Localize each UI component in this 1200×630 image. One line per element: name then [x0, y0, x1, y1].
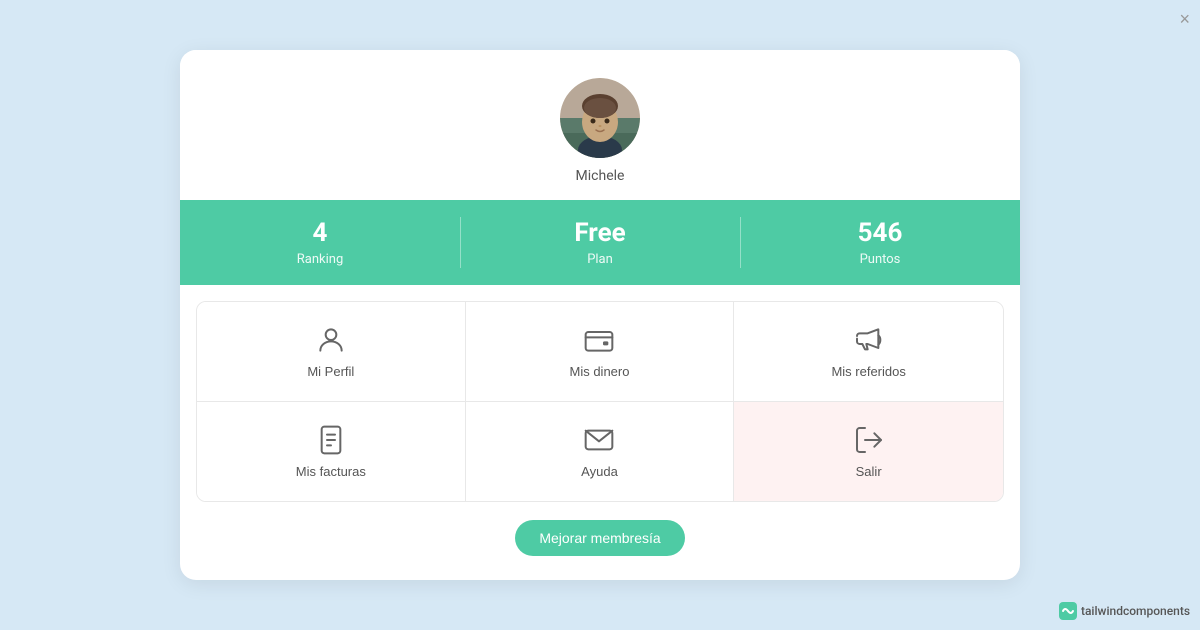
username: Michele	[576, 168, 625, 184]
ranking-value: 4	[313, 218, 328, 249]
close-button[interactable]: ×	[1179, 10, 1190, 28]
branding: tailwindcomponents	[1059, 602, 1190, 620]
upgrade-button[interactable]: Mejorar membresía	[515, 520, 684, 556]
menu-item-mi-perfil[interactable]: Mi Perfil	[197, 302, 466, 402]
profile-card: Michele 4 Ranking Free Plan 546 Puntos M…	[180, 50, 1020, 579]
close-icon: ×	[1179, 9, 1190, 29]
megaphone-icon	[853, 324, 885, 356]
avatar	[560, 78, 640, 158]
invoice-icon	[315, 424, 347, 456]
menu-grid: Mi Perfil Mis dinero Mis referidos	[196, 301, 1004, 502]
stat-puntos: 546 Puntos	[740, 200, 1020, 284]
mis-facturas-label: Mis facturas	[296, 464, 366, 479]
plan-label: Plan	[587, 252, 613, 267]
menu-item-mis-facturas[interactable]: Mis facturas	[197, 402, 466, 501]
profile-icon	[315, 324, 347, 356]
ranking-label: Ranking	[297, 252, 344, 267]
ayuda-label: Ayuda	[581, 464, 618, 479]
menu-item-mis-referidos[interactable]: Mis referidos	[734, 302, 1003, 402]
puntos-label: Puntos	[860, 252, 901, 267]
menu-item-mis-dinero[interactable]: Mis dinero	[466, 302, 735, 402]
card-header: Michele	[180, 50, 1020, 200]
mis-dinero-label: Mis dinero	[570, 364, 630, 379]
logout-icon	[853, 424, 885, 456]
branding-text: tailwindcomponents	[1081, 604, 1190, 618]
salir-label: Salir	[856, 464, 882, 479]
wallet-icon	[583, 324, 615, 356]
stats-bar: 4 Ranking Free Plan 546 Puntos	[180, 200, 1020, 284]
puntos-value: 546	[858, 218, 903, 249]
stat-plan: Free Plan	[460, 200, 740, 284]
mail-icon	[583, 424, 615, 456]
stat-ranking: 4 Ranking	[180, 200, 460, 284]
branding-icon	[1059, 602, 1077, 620]
mis-referidos-label: Mis referidos	[831, 364, 905, 379]
mi-perfil-label: Mi Perfil	[307, 364, 354, 379]
plan-value: Free	[574, 218, 625, 249]
menu-item-salir[interactable]: Salir	[734, 402, 1003, 501]
menu-item-ayuda[interactable]: Ayuda	[466, 402, 735, 501]
